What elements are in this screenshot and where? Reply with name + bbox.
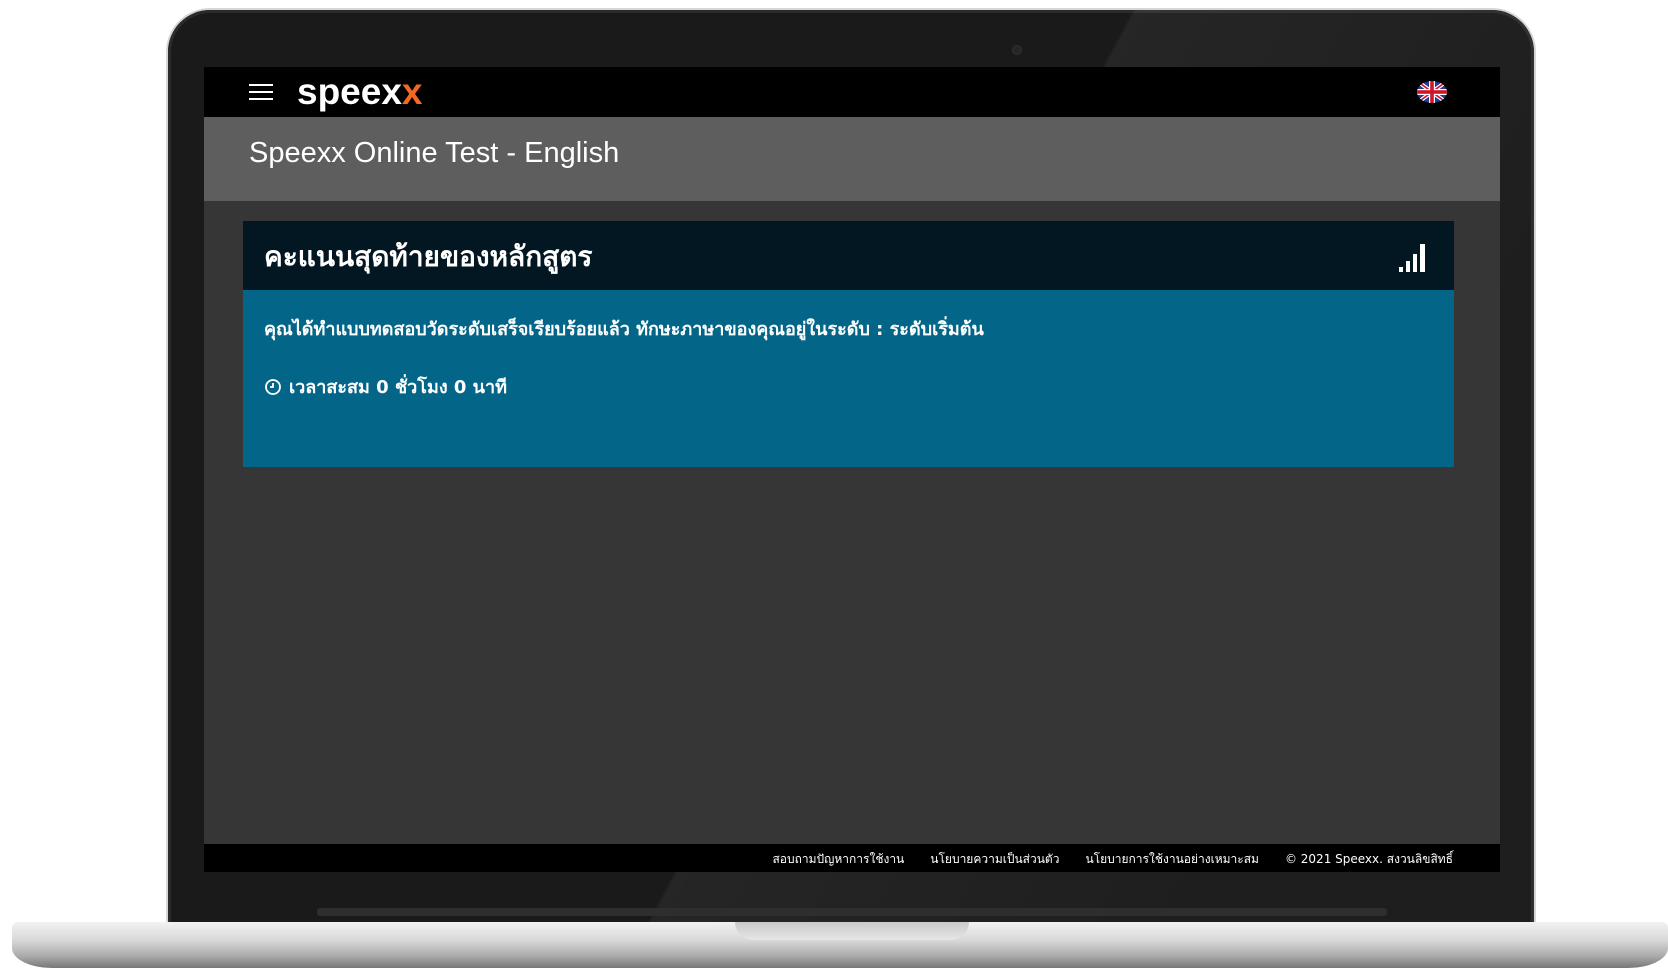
result-card-header: คะแนนสุดท้ายของหลักสูตร xyxy=(243,221,1454,290)
signal-bars-icon xyxy=(1399,244,1425,272)
page-header: Speexx Online Test - English xyxy=(204,117,1500,201)
logo-accent: x xyxy=(401,71,423,112)
time-spent-text: เวลาสะสม 0 ชั่วโมง 0 นาที xyxy=(289,377,507,398)
footer-links: สอบถามปัญหาการใช้งาน นโยบายความเป็นส่วนต… xyxy=(772,850,1453,869)
speexx-logo[interactable]: speexx xyxy=(297,71,423,113)
result-card-title: คะแนนสุดท้ายของหลักสูตร xyxy=(264,240,593,273)
footer: สอบถามปัญหาการใช้งาน นโยบายความเป็นส่วนต… xyxy=(204,844,1500,872)
footer-link-support[interactable]: สอบถามปัญหาการใช้งาน xyxy=(772,850,904,869)
laptop-notch xyxy=(735,922,969,940)
result-message: คุณได้ทำแบบทดสอบวัดระดับเสร็จเรียบร้อยแล… xyxy=(264,319,984,340)
logo-text: speex xyxy=(297,71,402,112)
app-screen: speexx Speexx Online Test - English คะแน… xyxy=(204,67,1500,872)
footer-copyright: © 2021 Speexx. สงวนลิขสิทธิ์ xyxy=(1284,852,1453,866)
hamburger-menu-icon[interactable] xyxy=(249,83,273,101)
time-spent-row: เวลาสะสม 0 ชั่วโมง 0 นาที xyxy=(264,372,507,401)
uk-flag-icon[interactable] xyxy=(1417,81,1447,103)
footer-link-privacy[interactable]: นโยบายความเป็นส่วนตัว xyxy=(930,850,1059,869)
clock-icon xyxy=(265,378,281,395)
result-card-body: คุณได้ทำแบบทดสอบวัดระดับเสร็จเรียบร้อยแล… xyxy=(243,290,1454,467)
webcam xyxy=(1013,46,1021,54)
result-card: คะแนนสุดท้ายของหลักสูตร คุณได้ทำแบบทดสอบ… xyxy=(243,221,1454,467)
top-navbar: speexx xyxy=(204,67,1500,117)
bezel-hinge xyxy=(317,908,1387,916)
page-title: Speexx Online Test - English xyxy=(249,137,620,169)
footer-link-acceptable-use[interactable]: นโยบายการใช้งานอย่างเหมาะสม xyxy=(1085,850,1259,869)
